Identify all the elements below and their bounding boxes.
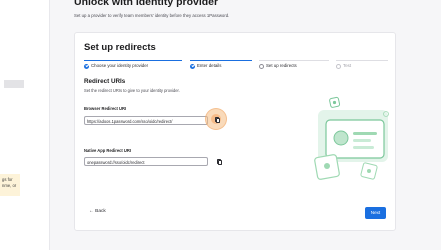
back-button[interactable]: ← Back <box>89 209 106 214</box>
browser-redirect-input[interactable]: https://adoos.1password.com/sso/oidc/red… <box>84 116 208 125</box>
illustration <box>314 96 389 180</box>
step-label: Test <box>343 63 352 68</box>
copy-native-uri-button[interactable] <box>215 158 223 166</box>
section-description: Set the redirect URIs to give to your id… <box>84 88 180 93</box>
page-title: Unlock with Identity provider <box>74 0 219 8</box>
back-label: Back <box>95 209 106 214</box>
next-button[interactable]: Next <box>365 207 386 219</box>
sidebar-note: gs for nme, or <box>0 174 20 196</box>
step-progress-bar <box>259 60 329 61</box>
step-progress-bar <box>336 60 388 61</box>
section-title: Redirect URIs <box>84 78 126 85</box>
step-progress-bar <box>190 60 252 61</box>
step-label: Enter details <box>197 63 222 68</box>
step-set-up-redirects: Set up redirects <box>259 60 329 69</box>
modal-title: Set up redirects <box>84 42 156 53</box>
illustration-avatar <box>333 130 349 146</box>
native-app-redirect-input[interactable]: onepassword://sso/oidc/redirect <box>84 157 208 166</box>
sidebar-placeholder-item[interactable] <box>4 80 24 88</box>
step-circle-icon <box>336 63 341 69</box>
click-highlight <box>205 108 227 130</box>
check-icon <box>190 63 195 69</box>
browser-redirect-label: Browser Redirect URI <box>84 106 127 111</box>
step-label: Choose your identity provider <box>91 63 149 68</box>
left-sidebar-panel: gs for nme, or <box>0 0 50 250</box>
step-choose-provider: Choose your identity provider <box>84 60 182 69</box>
check-icon <box>84 63 89 69</box>
copy-browser-uri-button[interactable] <box>213 116 221 124</box>
arrow-left-icon: ← <box>89 209 94 214</box>
native-app-redirect-label: Native App Redirect URI <box>84 148 131 153</box>
step-circle-icon <box>259 63 264 69</box>
page-subtitle: Set up a provider to verify team members… <box>74 13 230 18</box>
step-label: Set up redirects <box>266 63 297 68</box>
step-test: Test <box>336 60 388 69</box>
step-progress-bar <box>84 60 182 61</box>
step-enter-details: Enter details <box>190 60 252 69</box>
